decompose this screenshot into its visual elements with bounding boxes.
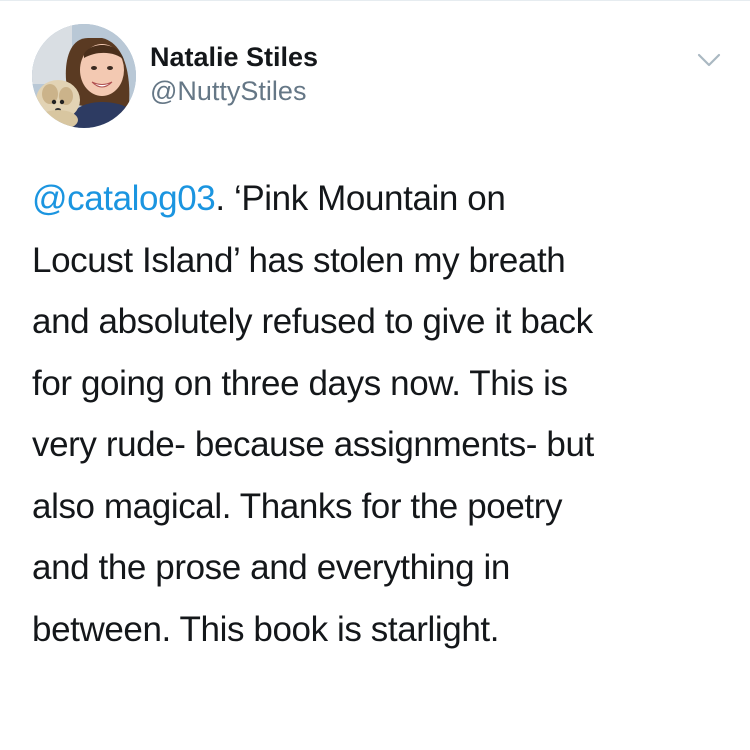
tweet-line: also magical. Thanks for the poetry: [32, 486, 563, 526]
tweet-line-text: . ‘Pink Mountain on: [215, 179, 506, 218]
tweet-line: Locust Island’ has stolen my breath: [32, 240, 566, 280]
tweet-line: for going on three days now. This is: [32, 363, 568, 403]
display-name[interactable]: Natalie Stiles: [150, 40, 318, 74]
tweet-line: between. This book is starlight.: [32, 609, 500, 649]
user-info: Natalie Stiles @NuttyStiles: [150, 40, 318, 108]
tweet-text: @catalog03. ‘Pink Mountain on Locust Isl…: [32, 168, 722, 660]
tweet-line: and absolutely refused to give it back: [32, 302, 593, 341]
avatar-photo-icon: [32, 24, 136, 128]
tweet-line: very rude- because assignments- but: [32, 425, 594, 464]
tweet-card: Natalie Stiles @NuttyStiles @catalog03. …: [0, 0, 750, 750]
tweet-line: and the prose and everything in: [32, 548, 510, 587]
chevron-down-icon[interactable]: [695, 46, 723, 74]
tweet-header: Natalie Stiles @NuttyStiles: [32, 24, 732, 134]
user-handle[interactable]: @NuttyStiles: [150, 74, 318, 108]
tweet-line: @catalog03. ‘Pink Mountain on: [32, 168, 722, 230]
avatar[interactable]: [32, 24, 136, 128]
mention-link[interactable]: @catalog03: [32, 179, 216, 218]
